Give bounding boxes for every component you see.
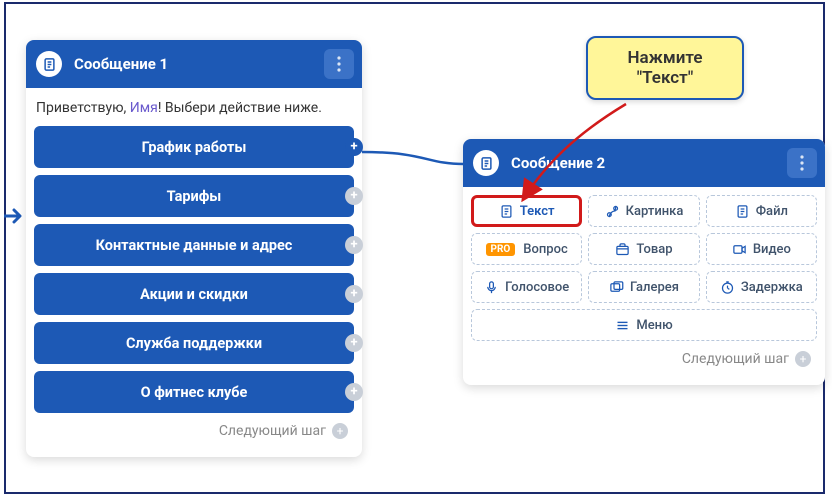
node-body: Приветствую, Имя! Выбери действие ниже. … bbox=[26, 88, 362, 457]
button-label: О фитнес клубе bbox=[141, 384, 248, 401]
chip-text[interactable]: Текст bbox=[471, 195, 582, 227]
more-button[interactable] bbox=[787, 148, 817, 178]
chip-label: Голосовое bbox=[505, 280, 569, 295]
node-header: Сообщение 1 bbox=[26, 40, 362, 88]
app-frame: Сообщение 1 Приветствую, Имя! Выбери дей… bbox=[4, 2, 825, 494]
chip-label: Задержка bbox=[741, 280, 803, 295]
button-label: Служба поддержки bbox=[126, 335, 262, 352]
chip-label: Вопрос bbox=[523, 242, 567, 257]
node-title: Сообщение 1 bbox=[74, 55, 168, 73]
button-list: График работы + Тарифы + Контактные данн… bbox=[34, 126, 354, 413]
option-button-promo[interactable]: Акции и скидки + bbox=[34, 273, 354, 315]
variable-name: Имя bbox=[130, 100, 158, 116]
entry-arrow-icon bbox=[4, 206, 26, 230]
chip-label: Видео bbox=[753, 242, 791, 257]
document-icon bbox=[36, 51, 62, 77]
chip-label: Товар bbox=[636, 242, 672, 257]
connector-out[interactable]: + bbox=[345, 334, 363, 352]
chip-image[interactable]: Картинка bbox=[588, 195, 699, 227]
more-button[interactable] bbox=[324, 49, 354, 79]
option-button-contacts[interactable]: Контактные данные и адрес + bbox=[34, 224, 354, 266]
chip-voice[interactable]: Голосовое bbox=[471, 271, 582, 303]
chip-label: Галерея bbox=[630, 280, 679, 295]
option-button-schedule[interactable]: График работы + bbox=[34, 126, 354, 168]
next-step-link[interactable]: Следующий шаг + bbox=[471, 341, 817, 377]
chip-menu[interactable]: Меню bbox=[471, 309, 817, 341]
chip-question[interactable]: PRO Вопрос bbox=[471, 233, 582, 265]
plus-icon: + bbox=[795, 351, 811, 367]
message-node-1[interactable]: Сообщение 1 Приветствую, Имя! Выбери дей… bbox=[26, 40, 362, 457]
chip-label: Текст bbox=[520, 204, 555, 219]
message-node-2[interactable]: Сообщение 2 Текст bbox=[463, 139, 825, 385]
option-button-about[interactable]: О фитнес клубе + bbox=[34, 371, 354, 413]
flow-canvas[interactable]: Сообщение 1 Приветствую, Имя! Выбери дей… bbox=[6, 4, 823, 492]
next-step-label: Следующий шаг bbox=[682, 351, 789, 367]
next-step-link[interactable]: Следующий шаг + bbox=[34, 413, 354, 449]
chip-label: Меню bbox=[636, 318, 672, 333]
flow-connector bbox=[362, 152, 464, 164]
instruction-callout: Нажмите "Текст" bbox=[586, 36, 744, 100]
callout-line-2: "Текст" bbox=[600, 68, 730, 88]
option-button-tariffs[interactable]: Тарифы + bbox=[34, 175, 354, 217]
connector-out[interactable]: + bbox=[345, 285, 363, 303]
pro-badge: PRO bbox=[486, 243, 516, 256]
greeting-suffix: ! Выбери действие ниже. bbox=[158, 100, 322, 116]
button-label: Акции и скидки bbox=[140, 286, 248, 303]
chip-file[interactable]: Файл bbox=[706, 195, 817, 227]
connector-out[interactable]: + bbox=[345, 236, 363, 254]
chip-label: Картинка bbox=[626, 204, 684, 219]
node-header: Сообщение 2 bbox=[463, 139, 825, 187]
button-label: Контактные данные и адрес bbox=[96, 237, 293, 254]
button-label: Тарифы bbox=[167, 188, 222, 205]
chip-label: Файл bbox=[756, 204, 788, 219]
content-type-grid: Текст Картинка Файл bbox=[471, 195, 817, 341]
document-icon bbox=[473, 150, 499, 176]
chip-product[interactable]: Товар bbox=[588, 233, 699, 265]
node-title: Сообщение 2 bbox=[511, 154, 605, 172]
chip-video[interactable]: Видео bbox=[706, 233, 817, 265]
chip-gallery[interactable]: Галерея bbox=[588, 271, 699, 303]
next-step-label: Следующий шаг bbox=[219, 423, 326, 439]
message-text[interactable]: Приветствую, Имя! Выбери действие ниже. bbox=[34, 96, 354, 126]
callout-line-1: Нажмите bbox=[600, 48, 730, 68]
connector-out[interactable]: + bbox=[345, 138, 363, 156]
connector-out[interactable]: + bbox=[345, 383, 363, 401]
button-label: График работы bbox=[142, 139, 247, 156]
chip-delay[interactable]: Задержка bbox=[706, 271, 817, 303]
option-button-support[interactable]: Служба поддержки + bbox=[34, 322, 354, 364]
plus-icon: + bbox=[332, 423, 348, 439]
node-body: Текст Картинка Файл bbox=[463, 187, 825, 385]
connector-out[interactable]: + bbox=[345, 187, 363, 205]
greeting-prefix: Приветствую, bbox=[36, 100, 130, 116]
